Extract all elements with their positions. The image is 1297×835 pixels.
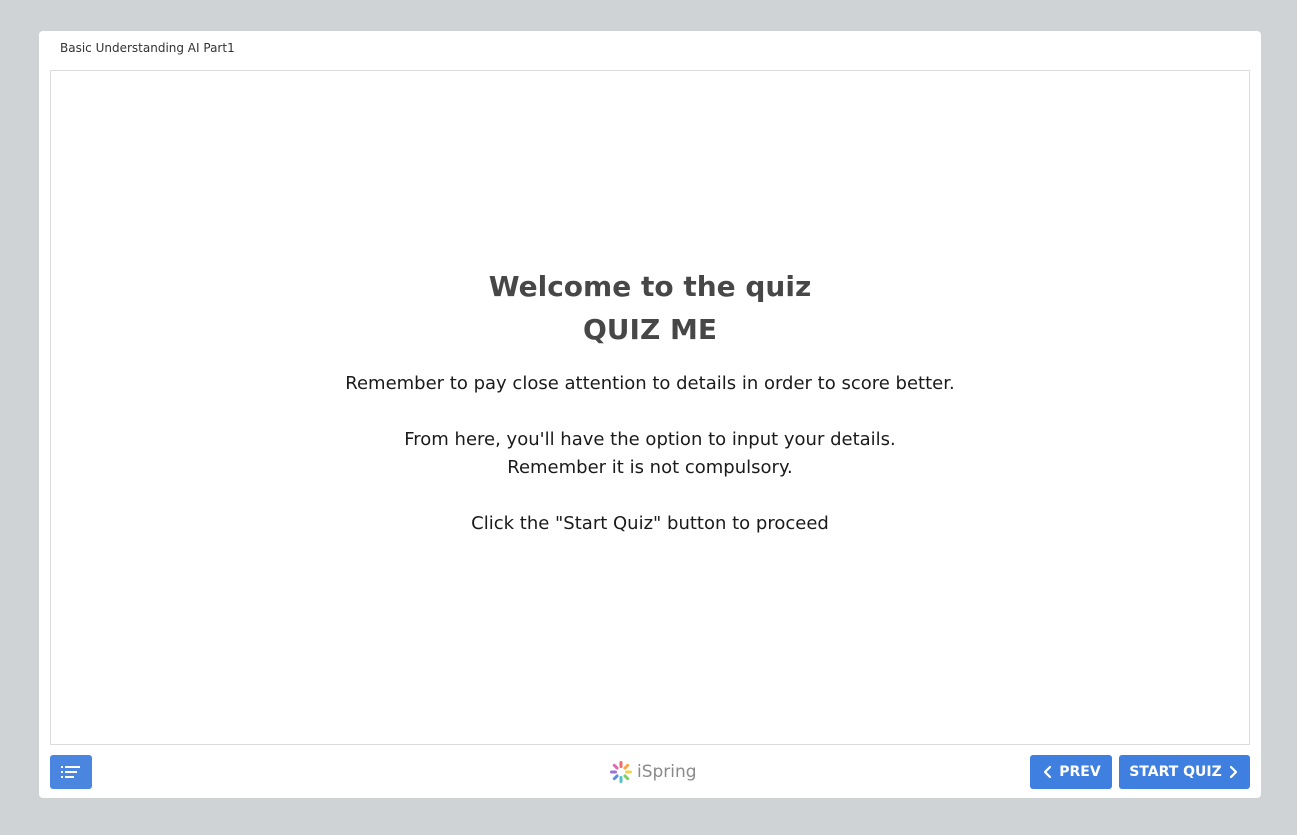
ispring-logo: iSpring [609, 760, 697, 784]
outline-button[interactable] [50, 755, 92, 789]
prev-button[interactable]: PREV [1030, 755, 1112, 789]
slide-area: Welcome to the quiz QUIZ ME Remember to … [50, 70, 1250, 745]
bottom-bar: iSpring PREV START QUIZ [39, 755, 1261, 789]
player-window: Basic Understanding AI Part1 Welcome to … [39, 31, 1261, 798]
not-compulsory-text: Remember it is not compulsory. [507, 457, 793, 478]
ispring-flower-icon [610, 761, 632, 783]
chevron-right-icon [1229, 765, 1237, 779]
quiz-title: QUIZ ME [583, 313, 717, 346]
prev-button-label: PREV [1059, 764, 1101, 780]
outline-list-icon [61, 766, 80, 778]
details-option-text: From here, you'll have the option to inp… [404, 429, 896, 450]
logo-text: iSpring [637, 762, 697, 782]
chevron-left-icon [1044, 765, 1052, 779]
instruction-text: Remember to pay close attention to detai… [345, 373, 955, 394]
start-quiz-button[interactable]: START QUIZ [1119, 755, 1250, 789]
slide-heading: Welcome to the quiz [488, 270, 812, 303]
slide-content: Welcome to the quiz QUIZ ME Remember to … [51, 265, 1249, 538]
start-quiz-button-label: START QUIZ [1129, 764, 1222, 780]
course-title: Basic Understanding AI Part1 [60, 41, 235, 55]
proceed-text: Click the "Start Quiz" button to proceed [471, 513, 829, 534]
